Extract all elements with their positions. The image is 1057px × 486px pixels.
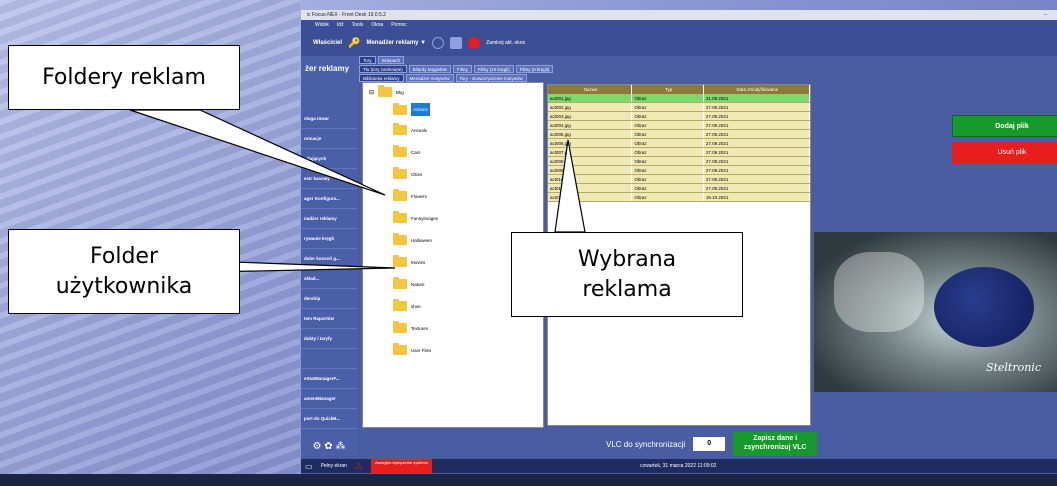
callout-user-folder: Folder użytkownika — [8, 229, 240, 314]
callout-pointer-selected-ad — [554, 139, 586, 233]
callout-selected-ad: Wybrana reklama — [511, 232, 743, 317]
callout-folders-text: Foldery reklam — [42, 65, 206, 90]
callout-pointer-folders — [129, 109, 386, 196]
callout-folders: Foldery reklam — [8, 45, 240, 110]
callout-user-folder-text: Folder użytkownika — [55, 243, 193, 299]
callout-selected-ad-text: Wybrana reklama — [577, 246, 677, 302]
